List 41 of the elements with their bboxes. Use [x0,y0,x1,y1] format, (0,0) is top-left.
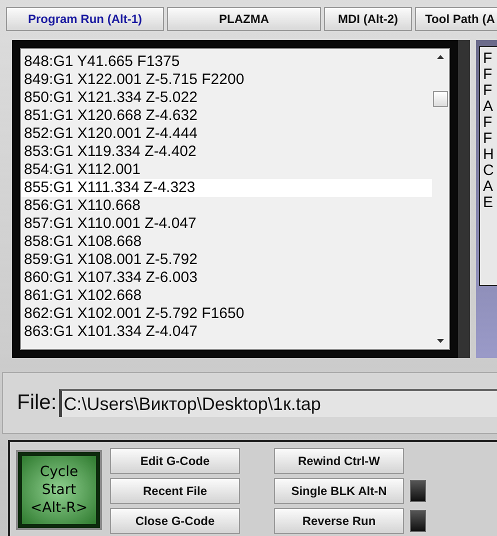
side-label: H [483,147,495,162]
gcode-line[interactable]: 857:G1 X110.001 Z-4.047 [21,215,432,233]
side-label: A [483,179,494,194]
side-label: C [483,163,495,178]
gcode-line[interactable]: 851:G1 X120.668 Z-4.632 [21,107,432,125]
gcode-line[interactable]: 850:G1 X121.334 Z-5.022 [21,89,432,107]
gcode-line[interactable]: 853:G1 X119.334 Z-4.402 [21,143,432,161]
side-label: A [483,99,494,114]
scroll-down-icon[interactable] [437,339,444,343]
gcode-line[interactable]: 848:G1 Y41.665 F1375 [21,53,432,71]
command-button[interactable]: Edit G-Code [110,448,240,474]
gcode-line[interactable]: 858:G1 X108.668 [21,233,432,251]
gcode-line[interactable]: 859:G1 X108.001 Z-5.792 [21,251,432,269]
scroll-up-icon[interactable] [437,55,444,59]
command-button[interactable]: Recent File [110,478,240,504]
tab[interactable]: Tool Path (A [415,7,497,31]
gcode-line[interactable]: 860:G1 X107.334 Z-6.003 [21,269,432,287]
gcode-line[interactable]: 852:G1 X120.001 Z-4.444 [21,125,432,143]
side-label: E [483,195,494,210]
gcode-line[interactable]: 863:G1 X101.334 Z-4.047 [21,323,432,341]
gcode-line[interactable]: 856:G1 X110.668 [21,197,432,215]
gcode-line[interactable]: 862:G1 X102.001 Z-5.792 F1650 [21,305,432,323]
file-path-field[interactable]: C:\Users\Виктор\Desktop\1к.tap [58,389,497,417]
gcode-line[interactable]: 854:G1 X112.001 [21,161,432,179]
file-label: File: [17,391,57,415]
tab[interactable]: PLAZMA [167,7,321,31]
command-button[interactable]: Reverse Run [274,508,404,534]
cycle-start-button[interactable]: Cycle Start <Alt-R> [18,452,100,528]
tab[interactable]: Program Run (Alt-1) [6,7,164,31]
tab[interactable]: MDI (Alt-2) [324,7,412,31]
side-label: F [483,115,494,130]
command-button[interactable]: Close G-Code [110,508,240,534]
gcode-line[interactable]: 861:G1 X102.668 [21,287,432,305]
side-label: F [483,67,494,82]
gcode-line[interactable]: 849:G1 X122.001 Z-5.715 F2200 [21,71,432,89]
command-button[interactable]: Single BLK Alt-N [274,478,404,504]
side-label: F [483,51,494,66]
scrollbar-thumb[interactable] [433,91,448,107]
side-label: F [483,131,494,146]
command-button[interactable]: Rewind Ctrl-W [274,448,404,474]
side-label: F [483,83,494,98]
